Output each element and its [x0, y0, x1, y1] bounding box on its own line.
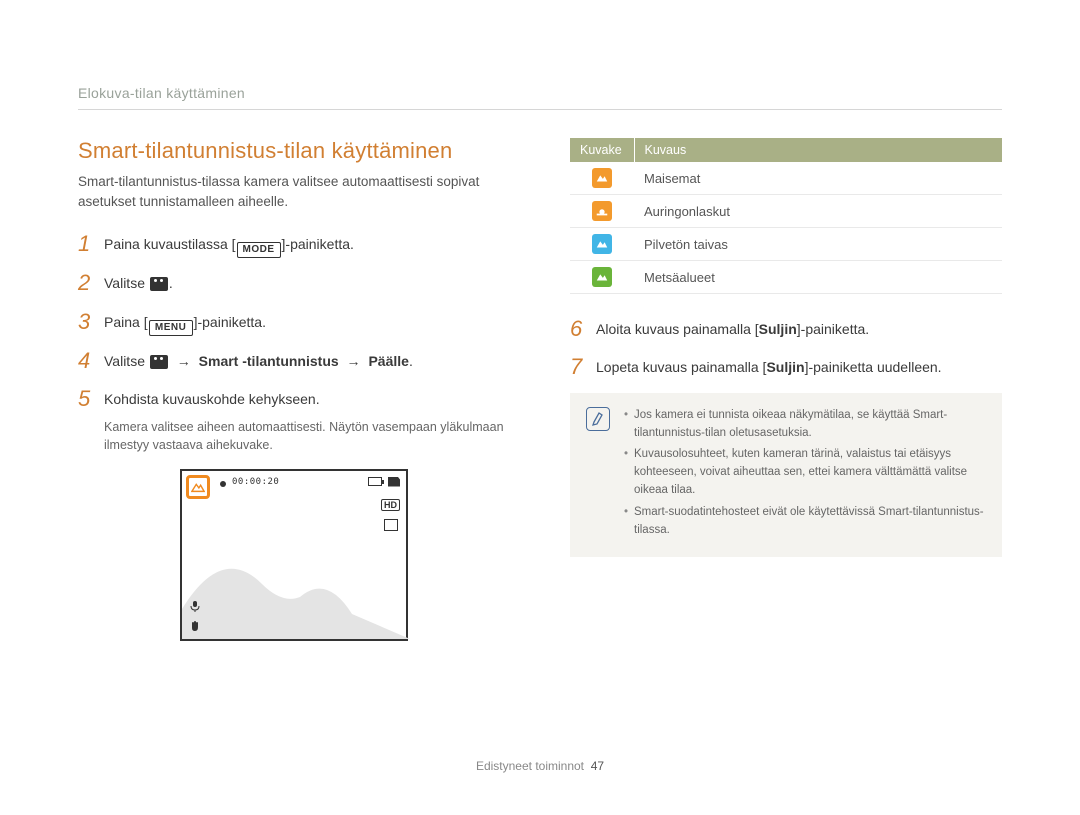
step-number: 5	[78, 386, 104, 412]
step-pre: Valitse	[104, 275, 149, 291]
step-bold: Smart -tilantunnistus	[199, 353, 339, 369]
storage-icon	[388, 477, 400, 487]
table-cell-icon	[570, 228, 634, 261]
table-cell-desc: Pilvetön taivas	[634, 228, 1002, 261]
footer-section: Edistyneet toiminnot	[476, 759, 584, 773]
step-pre: Paina kuvaustilassa [	[104, 236, 236, 252]
step-number: 3	[78, 309, 104, 335]
table-header-desc: Kuvaus	[634, 138, 1002, 162]
step-post: ]-painiketta.	[797, 321, 869, 337]
menu-button-icon: MENU	[149, 320, 193, 336]
note-icon	[586, 407, 610, 431]
record-time: 00:00:20	[232, 477, 279, 487]
step-number: 4	[78, 348, 104, 374]
table-cell-icon	[570, 261, 634, 294]
step-text: Valitse .	[104, 270, 173, 294]
page-footer: Edistyneet toiminnot 47	[0, 759, 1080, 773]
step-text: Aloita kuvaus painamalla [Suljin]-painik…	[596, 316, 869, 340]
step-text: Kohdista kuvauskohde kehykseen.	[104, 386, 320, 410]
note-item: Smart-suodatintehosteet eivät ole käytet…	[624, 504, 986, 540]
scene-icon	[592, 168, 612, 188]
right-column: Kuvake Kuvaus MaisematAuringonlaskutPilv…	[570, 138, 1002, 641]
camera-screen: 00:00:20 HD	[180, 469, 408, 641]
left-column: Smart-tilantunnistus-tilan käyttäminen S…	[78, 138, 510, 641]
step-5-sub: Kamera valitsee aiheen automaattisesti. …	[104, 418, 510, 454]
table-row: Maisemat	[570, 162, 1002, 195]
step-number: 6	[570, 316, 596, 342]
camera-screen-wrap: 00:00:20 HD	[78, 469, 510, 641]
step-post: ]-painiketta.	[194, 314, 266, 330]
steps-right: 6 Aloita kuvaus painamalla [Suljin]-pain…	[570, 316, 1002, 381]
table-row: Metsäalueet	[570, 261, 1002, 294]
table-cell-icon	[570, 162, 634, 195]
screen-left-icons	[188, 599, 202, 633]
battery-icon	[368, 477, 382, 486]
steps-left: 1 Paina kuvaustilassa [MODE]-painiketta.…	[78, 231, 510, 412]
step-post: .	[169, 275, 173, 291]
scene-badge-icon	[186, 475, 210, 499]
table-row: Auringonlaskut	[570, 195, 1002, 228]
step-text: Paina kuvaustilassa [MODE]-painiketta.	[104, 231, 354, 258]
scene-icon	[592, 234, 612, 254]
breadcrumb: Elokuva-tilan käyttäminen	[78, 85, 1002, 101]
step-6: 6 Aloita kuvaus painamalla [Suljin]-pain…	[570, 316, 1002, 342]
arrow-icon: →	[173, 353, 195, 369]
page-number: 47	[591, 759, 604, 773]
table-cell-icon	[570, 195, 634, 228]
table-header-icon: Kuvake	[570, 138, 634, 162]
step-text: Lopeta kuvaus painamalla [Suljin]-painik…	[596, 354, 942, 378]
video-mode-icon	[150, 277, 168, 291]
step-post: ]-painiketta.	[282, 236, 354, 252]
step-pre: Aloita kuvaus painamalla [	[596, 321, 759, 337]
hand-stabilization-icon	[188, 619, 202, 633]
section-divider	[78, 109, 1002, 110]
step-post: ]-painiketta uudelleen.	[805, 359, 942, 375]
record-dot-icon	[220, 481, 226, 487]
step-5: 5 Kohdista kuvauskohde kehykseen.	[78, 386, 510, 412]
mode-button-icon: MODE	[237, 242, 281, 258]
step-bold: Suljin	[759, 321, 797, 337]
table-cell-desc: Metsäalueet	[634, 261, 1002, 294]
table-cell-desc: Maisemat	[634, 162, 1002, 195]
step-bold: Suljin	[766, 359, 804, 375]
icon-description-table: Kuvake Kuvaus MaisematAuringonlaskutPilv…	[570, 138, 1002, 294]
step-1: 1 Paina kuvaustilassa [MODE]-painiketta.	[78, 231, 510, 258]
note-item: Jos kamera ei tunnista oikeaa näkymätila…	[624, 407, 986, 443]
step-2: 2 Valitse .	[78, 270, 510, 296]
status-icons	[368, 477, 400, 487]
hd-icon: HD	[381, 499, 400, 511]
mountains-illustration	[182, 539, 410, 639]
step-number: 2	[78, 270, 104, 296]
video-mode-icon	[150, 355, 168, 369]
arrow-icon: →	[343, 353, 365, 369]
table-row: Pilvetön taivas	[570, 228, 1002, 261]
microphone-icon	[188, 599, 202, 613]
scene-icon	[592, 201, 612, 221]
step-pre: Lopeta kuvaus painamalla [	[596, 359, 766, 375]
section-title: Smart-tilantunnistus-tilan käyttäminen	[78, 138, 510, 164]
step-number: 1	[78, 231, 104, 257]
step-pre: Valitse	[104, 353, 149, 369]
step-3: 3 Paina [MENU]-painiketta.	[78, 309, 510, 336]
scene-icon	[592, 267, 612, 287]
step-text: Paina [MENU]-painiketta.	[104, 309, 266, 336]
resolution-icon	[384, 519, 398, 531]
note-list: Jos kamera ei tunnista oikeaa näkymätila…	[624, 407, 986, 544]
step-pre: Paina [	[104, 314, 148, 330]
step-7: 7 Lopeta kuvaus painamalla [Suljin]-pain…	[570, 354, 1002, 380]
intro-paragraph: Smart-tilantunnistus-tilassa kamera vali…	[78, 172, 510, 211]
note-item: Kuvausolosuhteet, kuten kameran tärinä, …	[624, 446, 986, 499]
table-cell-desc: Auringonlaskut	[634, 195, 1002, 228]
step-number: 7	[570, 354, 596, 380]
step-post: .	[409, 353, 413, 369]
note-box: Jos kamera ei tunnista oikeaa näkymätila…	[570, 393, 1002, 558]
step-text: Valitse → Smart -tilantunnistus → Päälle…	[104, 348, 413, 372]
step-4: 4 Valitse → Smart -tilantunnistus → Pääl…	[78, 348, 510, 374]
step-bold: Päälle	[368, 353, 408, 369]
screen-right-icons: HD	[381, 499, 400, 531]
